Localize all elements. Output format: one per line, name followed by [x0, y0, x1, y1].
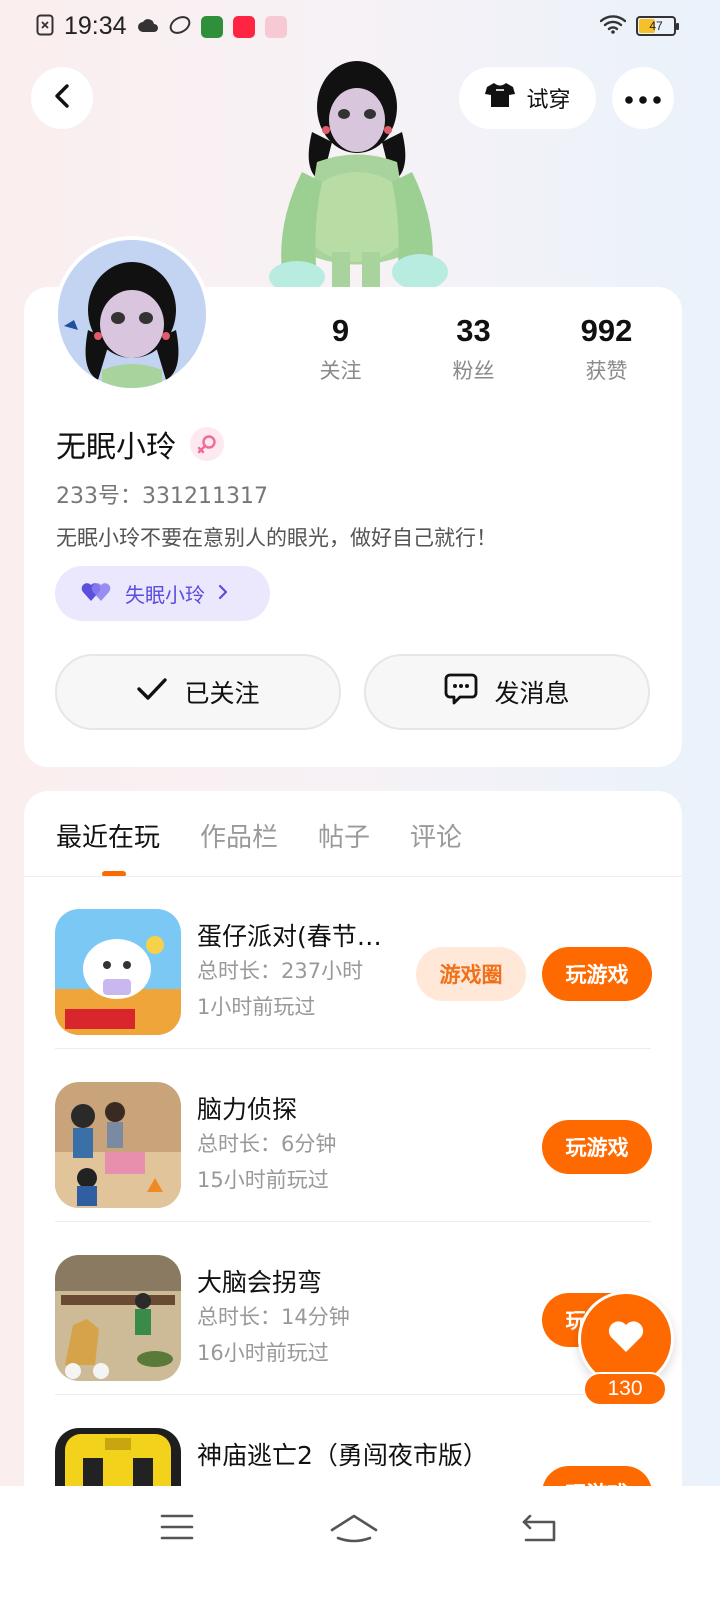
stat-following[interactable]: 9 关注	[274, 313, 407, 385]
game-duration: 总时长：14分钟	[197, 1305, 350, 1329]
no-sim-icon	[36, 14, 54, 40]
stat-value: 9	[331, 313, 350, 348]
weather-icon	[137, 16, 159, 38]
game-row[interactable]: 大脑会拐弯 总时长：14分钟 16小时前玩过 玩游戏	[55, 1223, 652, 1395]
battery-icon: 47	[636, 16, 679, 36]
play-game-button[interactable]: 玩游戏	[542, 1120, 652, 1174]
stat-label: 关注	[319, 359, 362, 383]
play-game-button[interactable]: 玩游戏	[542, 947, 652, 1001]
system-nav-bar	[0, 1486, 720, 1600]
followed-button[interactable]: 已关注	[55, 654, 341, 730]
try-on-button[interactable]: 试穿	[459, 67, 596, 129]
message-button[interactable]: 发消息	[364, 654, 650, 730]
game-icon-brain-detective[interactable]	[55, 1082, 181, 1208]
battery-level: 47	[649, 19, 663, 33]
game-icon-brain-twist[interactable]	[55, 1255, 181, 1381]
user-id: 233号：331211317	[56, 484, 268, 509]
female-icon	[190, 427, 224, 461]
name-row: 无眠小玲	[56, 422, 224, 466]
user-name: 无眠小玲	[56, 430, 176, 465]
user-bio: 无眠小玲不要在意别人的眼光，做好自己就行！	[56, 526, 497, 550]
game-title: 蛋仔派对(春节…	[197, 922, 382, 951]
avatar[interactable]	[54, 236, 210, 392]
game-last-played: 16小时前玩过	[197, 1341, 329, 1365]
stat-value: 33	[456, 313, 491, 348]
chevron-left-icon	[51, 83, 73, 113]
tab-posts[interactable]: 帖子	[318, 817, 370, 854]
game-row[interactable]: 蛋仔派对(春节… 总时长：237小时 1小时前玩过 游戏圈 玩游戏	[55, 877, 652, 1049]
avatar-figure[interactable]	[262, 52, 452, 293]
wifi-icon	[599, 14, 627, 38]
double-heart-icon	[81, 579, 113, 608]
game-duration: 总时长：237小时	[197, 959, 364, 983]
row-divider	[55, 1221, 651, 1222]
game-title: 大脑会拐弯	[197, 1268, 323, 1297]
chevron-right-icon	[217, 582, 229, 606]
relationship-tag[interactable]: 失眠小玲	[55, 566, 270, 621]
app-notification-icon	[169, 14, 191, 40]
more-icon	[625, 89, 661, 108]
like-count: 130	[583, 1372, 667, 1406]
recent-games-card: 最近在玩 作品栏 帖子 评论 蛋仔派对(春节… 总时长：237小时 1小时前玩过…	[24, 791, 682, 1511]
heart-icon	[607, 1320, 645, 1358]
message-button-label: 发消息	[494, 679, 570, 708]
app-notification-icon-2	[264, 15, 287, 38]
try-on-label: 试穿	[526, 88, 571, 113]
back-nav-icon[interactable]	[520, 1512, 558, 1548]
check-icon	[136, 677, 168, 707]
tab-comments[interactable]: 评论	[410, 817, 462, 854]
game-title: 神庙逃亡2（勇闯夜市版）	[197, 1441, 488, 1470]
stat-value: 992	[580, 313, 633, 348]
tab-recently-played[interactable]: 最近在玩	[56, 817, 160, 854]
xiaohongshu-icon	[232, 15, 255, 38]
game-notification-icon	[200, 15, 223, 38]
profile-tabs: 最近在玩 作品栏 帖子 评论	[56, 817, 462, 854]
stat-followers[interactable]: 33 粉丝	[407, 313, 540, 385]
status-time: 19:34	[64, 12, 127, 40]
game-icon-eggy-party[interactable]	[55, 909, 181, 1035]
profile-stats: 9 关注 33 粉丝 992 获赞	[274, 313, 674, 385]
row-divider	[55, 1048, 651, 1049]
chat-bubble-icon	[444, 673, 478, 711]
game-last-played: 15小时前玩过	[197, 1168, 329, 1192]
home-icon[interactable]	[330, 1512, 378, 1548]
game-circle-button[interactable]: 游戏圈	[416, 947, 526, 1001]
game-duration: 总时长：6分钟	[197, 1132, 337, 1156]
game-row[interactable]: 脑力侦探 总时长：6分钟 15小时前玩过 玩游戏	[55, 1050, 652, 1222]
back-button[interactable]	[31, 67, 93, 129]
stat-label: 获赞	[585, 359, 628, 383]
row-divider	[55, 1394, 651, 1395]
status-bar: 19:34 47	[0, 0, 720, 56]
stat-likes[interactable]: 992 获赞	[540, 313, 673, 385]
menu-icon[interactable]	[160, 1512, 194, 1546]
tab-works[interactable]: 作品栏	[200, 817, 278, 854]
more-button[interactable]	[612, 67, 674, 129]
game-title: 脑力侦探	[197, 1095, 298, 1124]
game-last-played: 1小时前玩过	[197, 995, 316, 1019]
relationship-tag-label: 失眠小玲	[125, 583, 205, 607]
followed-button-label: 已关注	[184, 679, 260, 708]
stat-label: 粉丝	[452, 359, 495, 383]
shirt-icon	[484, 81, 516, 115]
